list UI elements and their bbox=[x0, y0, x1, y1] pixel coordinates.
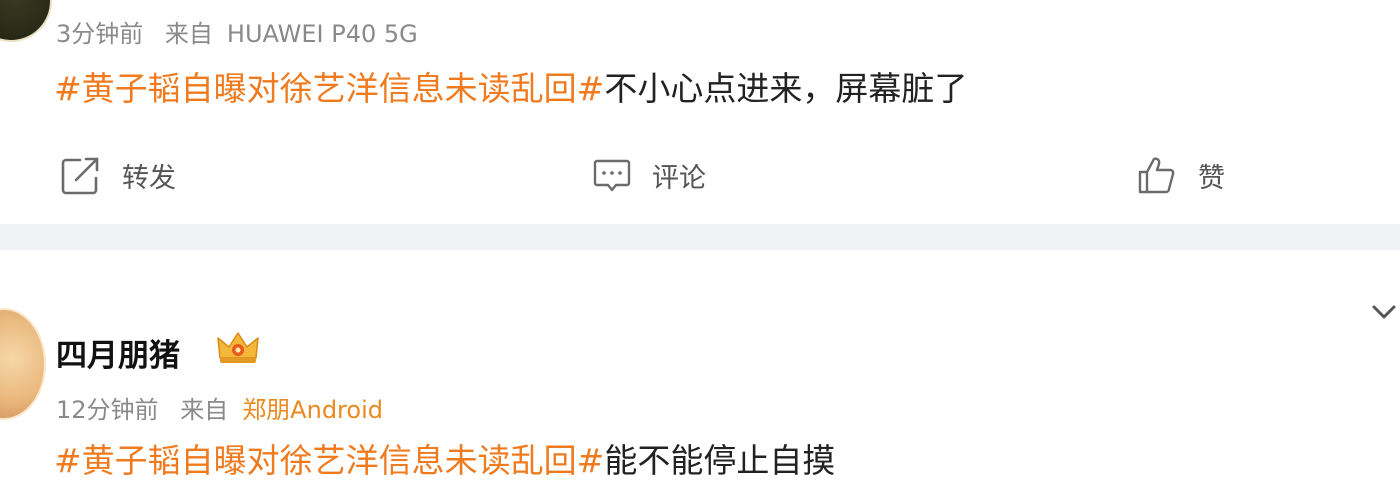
topic-link[interactable]: #黄子韬自曝对徐艺洋信息未读乱回# bbox=[54, 69, 604, 108]
chevron-down-icon[interactable] bbox=[1368, 298, 1400, 326]
post-content: #黄子韬自曝对徐艺洋信息未读乱回#能不能停止自摸 bbox=[54, 434, 835, 482]
avatar[interactable] bbox=[0, 0, 52, 42]
crown-badge-icon[interactable] bbox=[214, 328, 262, 368]
post-source: HUAWEI P40 5G bbox=[226, 20, 418, 48]
post-body-text: 能不能停止自摸 bbox=[604, 441, 836, 480]
avatar[interactable] bbox=[0, 308, 46, 420]
like-label: 赞 bbox=[1198, 162, 1225, 194]
post-card: 四月朋猪 12分钟前 来自 郑朋Android #黄子韬自曝对徐艺洋信息未读乱回#… bbox=[0, 250, 1400, 498]
post-separator bbox=[0, 224, 1400, 250]
topic-link[interactable]: #黄子韬自曝对徐艺洋信息未读乱回# bbox=[54, 441, 604, 480]
post-time: 12分钟前 bbox=[56, 396, 159, 424]
post-card: 3分钟前 来自 HUAWEI P40 5G #黄子韬自曝对徐艺洋信息未读乱回#不小… bbox=[0, 0, 1400, 224]
comment-label: 评论 bbox=[652, 162, 706, 194]
post-body-text: 不小心点进来，屏幕脏了 bbox=[604, 69, 968, 108]
post-meta: 12分钟前 来自 郑朋Android bbox=[56, 390, 397, 425]
repost-button[interactable]: 转发 bbox=[60, 152, 176, 198]
like-button[interactable]: 赞 bbox=[1136, 152, 1225, 198]
username[interactable]: 四月朋猪 bbox=[56, 330, 180, 375]
repost-label: 转发 bbox=[122, 162, 176, 194]
post-source[interactable]: 郑朋Android bbox=[242, 396, 383, 424]
post-content: #黄子韬自曝对徐艺洋信息未读乱回#不小心点进来，屏幕脏了 bbox=[54, 62, 967, 110]
like-icon bbox=[1136, 154, 1178, 196]
comment-icon bbox=[592, 155, 632, 195]
comment-button[interactable]: 评论 bbox=[592, 152, 706, 198]
repost-icon bbox=[60, 154, 102, 196]
post-time: 3分钟前 bbox=[56, 20, 144, 48]
post-meta: 3分钟前 来自 HUAWEI P40 5G bbox=[56, 14, 432, 49]
source-prefix: 来自 bbox=[164, 20, 213, 48]
source-prefix: 来自 bbox=[180, 396, 229, 424]
